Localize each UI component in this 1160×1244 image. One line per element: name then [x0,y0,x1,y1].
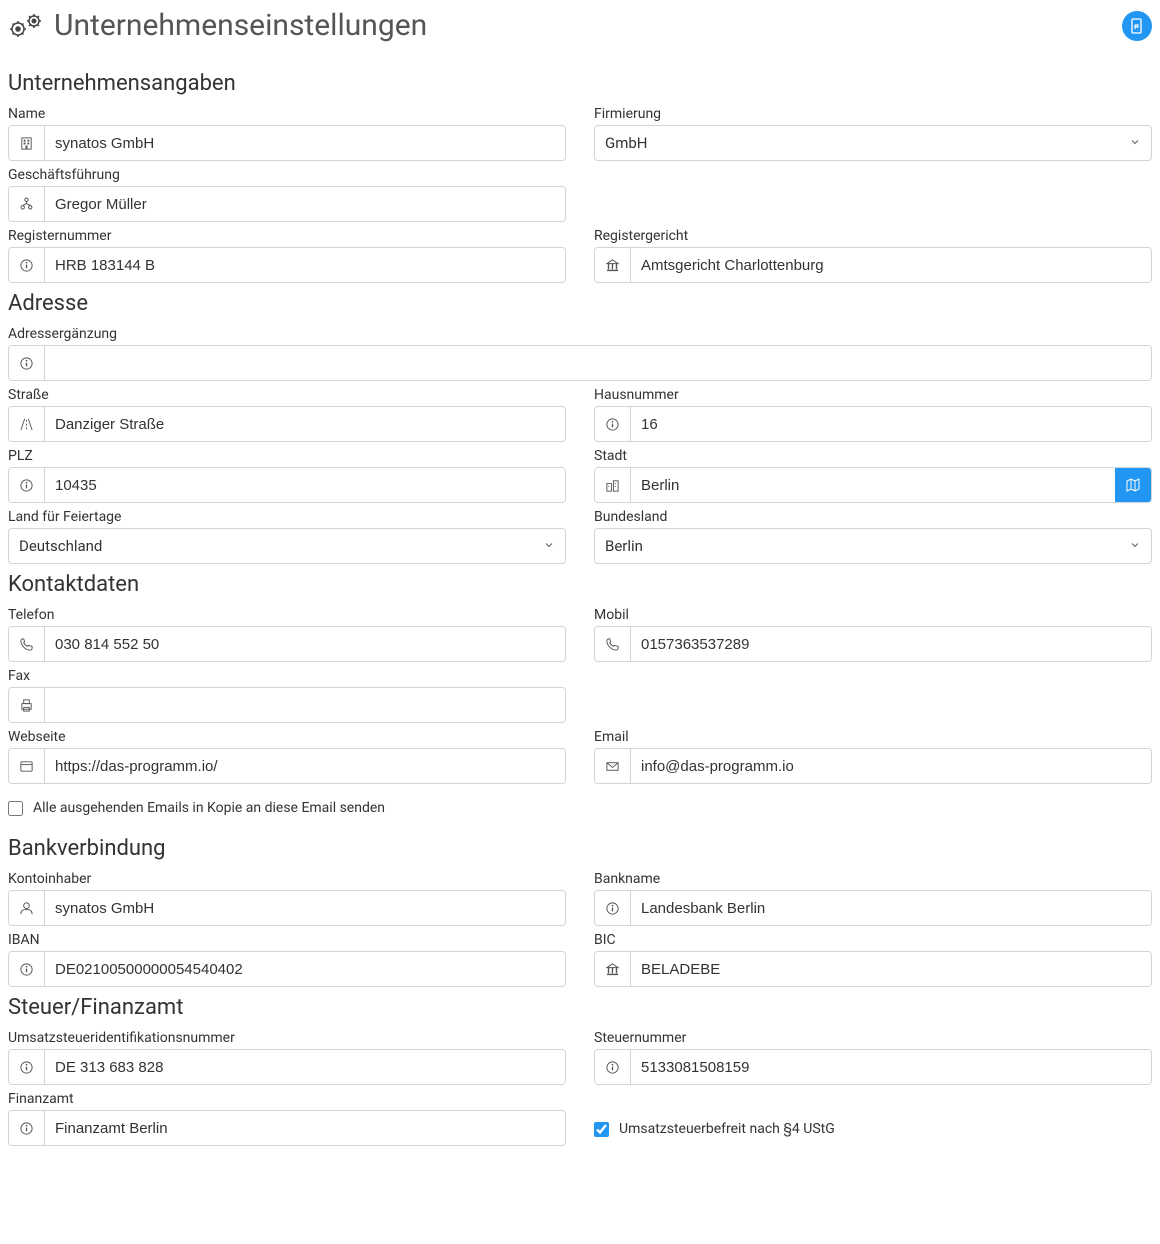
email-cc-label[interactable]: Alle ausgehenden Emails in Kopie an dies… [33,800,385,816]
holder-input[interactable] [45,891,565,925]
mail-icon [595,749,631,783]
gears-icon [8,11,44,41]
browser-icon [9,749,45,783]
page-title: Unternehmenseinstellungen [54,8,427,43]
country-value: Deutschland [19,537,102,555]
mgmt-input[interactable] [45,187,565,221]
name-label: Name [8,106,566,122]
iban-input[interactable] [45,952,565,986]
vatid-label: Umsatzsteueridentifikationsnummer [8,1030,566,1046]
firmierung-value: GmbH [605,134,648,152]
office-label: Finanzamt [8,1091,566,1107]
regcourt-label: Registergericht [594,228,1152,244]
state-label: Bundesland [594,509,1152,525]
city-icon [595,468,631,502]
office-input[interactable] [45,1111,565,1145]
mgmt-label: Geschäftsführung [8,167,566,183]
name-input[interactable] [45,126,565,160]
info-icon [595,891,631,925]
taxno-input[interactable] [631,1050,1151,1084]
country-select[interactable]: Deutschland [8,528,566,564]
map-lookup-button[interactable] [1115,468,1151,502]
houseno-label: Hausnummer [594,387,1152,403]
section-bank-title: Bankverbindung [8,836,1152,861]
street-label: Straße [8,387,566,403]
email-input[interactable] [631,749,1151,783]
bankname-label: Bankname [594,871,1152,887]
vatid-input[interactable] [45,1050,565,1084]
supplement-input[interactable] [45,346,1151,380]
info-icon [9,952,45,986]
holder-label: Kontoinhaber [8,871,566,887]
country-label: Land für Feiertage [8,509,566,525]
bic-input[interactable] [631,952,1151,986]
supplement-label: Adressergänzung [8,326,1152,342]
email-cc-checkbox[interactable] [8,801,23,816]
zip-label: PLZ [8,448,566,464]
zip-input[interactable] [45,468,565,502]
bank-icon [595,952,631,986]
export-pdf-button[interactable] [1122,11,1152,41]
info-icon [9,248,45,282]
taxno-label: Steuernummer [594,1030,1152,1046]
city-input[interactable] [631,468,1115,502]
phone-icon [9,627,45,661]
phone-input[interactable] [45,627,565,661]
info-icon [595,1050,631,1084]
fax-label: Fax [8,668,566,684]
vat-exempt-label[interactable]: Umsatzsteuerbefreit nach §4 UStG [619,1121,835,1137]
mobile-label: Mobil [594,607,1152,623]
fax-input[interactable] [45,688,565,722]
street-input[interactable] [45,407,565,441]
iban-label: IBAN [8,932,566,948]
state-select[interactable]: Berlin [594,528,1152,564]
regnum-input[interactable] [45,248,565,282]
regcourt-input[interactable] [631,248,1151,282]
section-company-title: Unternehmensangaben [8,71,1152,96]
building-icon [9,126,45,160]
phone-icon [595,627,631,661]
info-icon [9,1111,45,1145]
mobile-input[interactable] [631,627,1151,661]
firmierung-select[interactable]: GmbH [594,125,1152,161]
chevron-down-icon [1129,134,1141,152]
section-tax-title: Steuer/Finanzamt [8,995,1152,1020]
section-address-title: Adresse [8,291,1152,316]
phone-label: Telefon [8,607,566,623]
info-icon [9,1050,45,1084]
vat-exempt-checkbox[interactable] [594,1122,609,1137]
website-label: Webseite [8,729,566,745]
chevron-down-icon [1129,537,1141,555]
bankname-input[interactable] [631,891,1151,925]
email-label: Email [594,729,1152,745]
info-icon [595,407,631,441]
bank-icon [595,248,631,282]
city-label: Stadt [594,448,1152,464]
firmierung-label: Firmierung [594,106,1152,122]
website-input[interactable] [45,749,565,783]
houseno-input[interactable] [631,407,1151,441]
chevron-down-icon [543,537,555,555]
regnum-label: Registernummer [8,228,566,244]
bic-label: BIC [594,932,1152,948]
section-contact-title: Kontaktdaten [8,572,1152,597]
fax-icon [9,688,45,722]
info-icon [9,346,45,380]
state-value: Berlin [605,537,643,555]
info-icon [9,468,45,502]
org-icon [9,187,45,221]
user-icon [9,891,45,925]
road-icon [9,407,45,441]
